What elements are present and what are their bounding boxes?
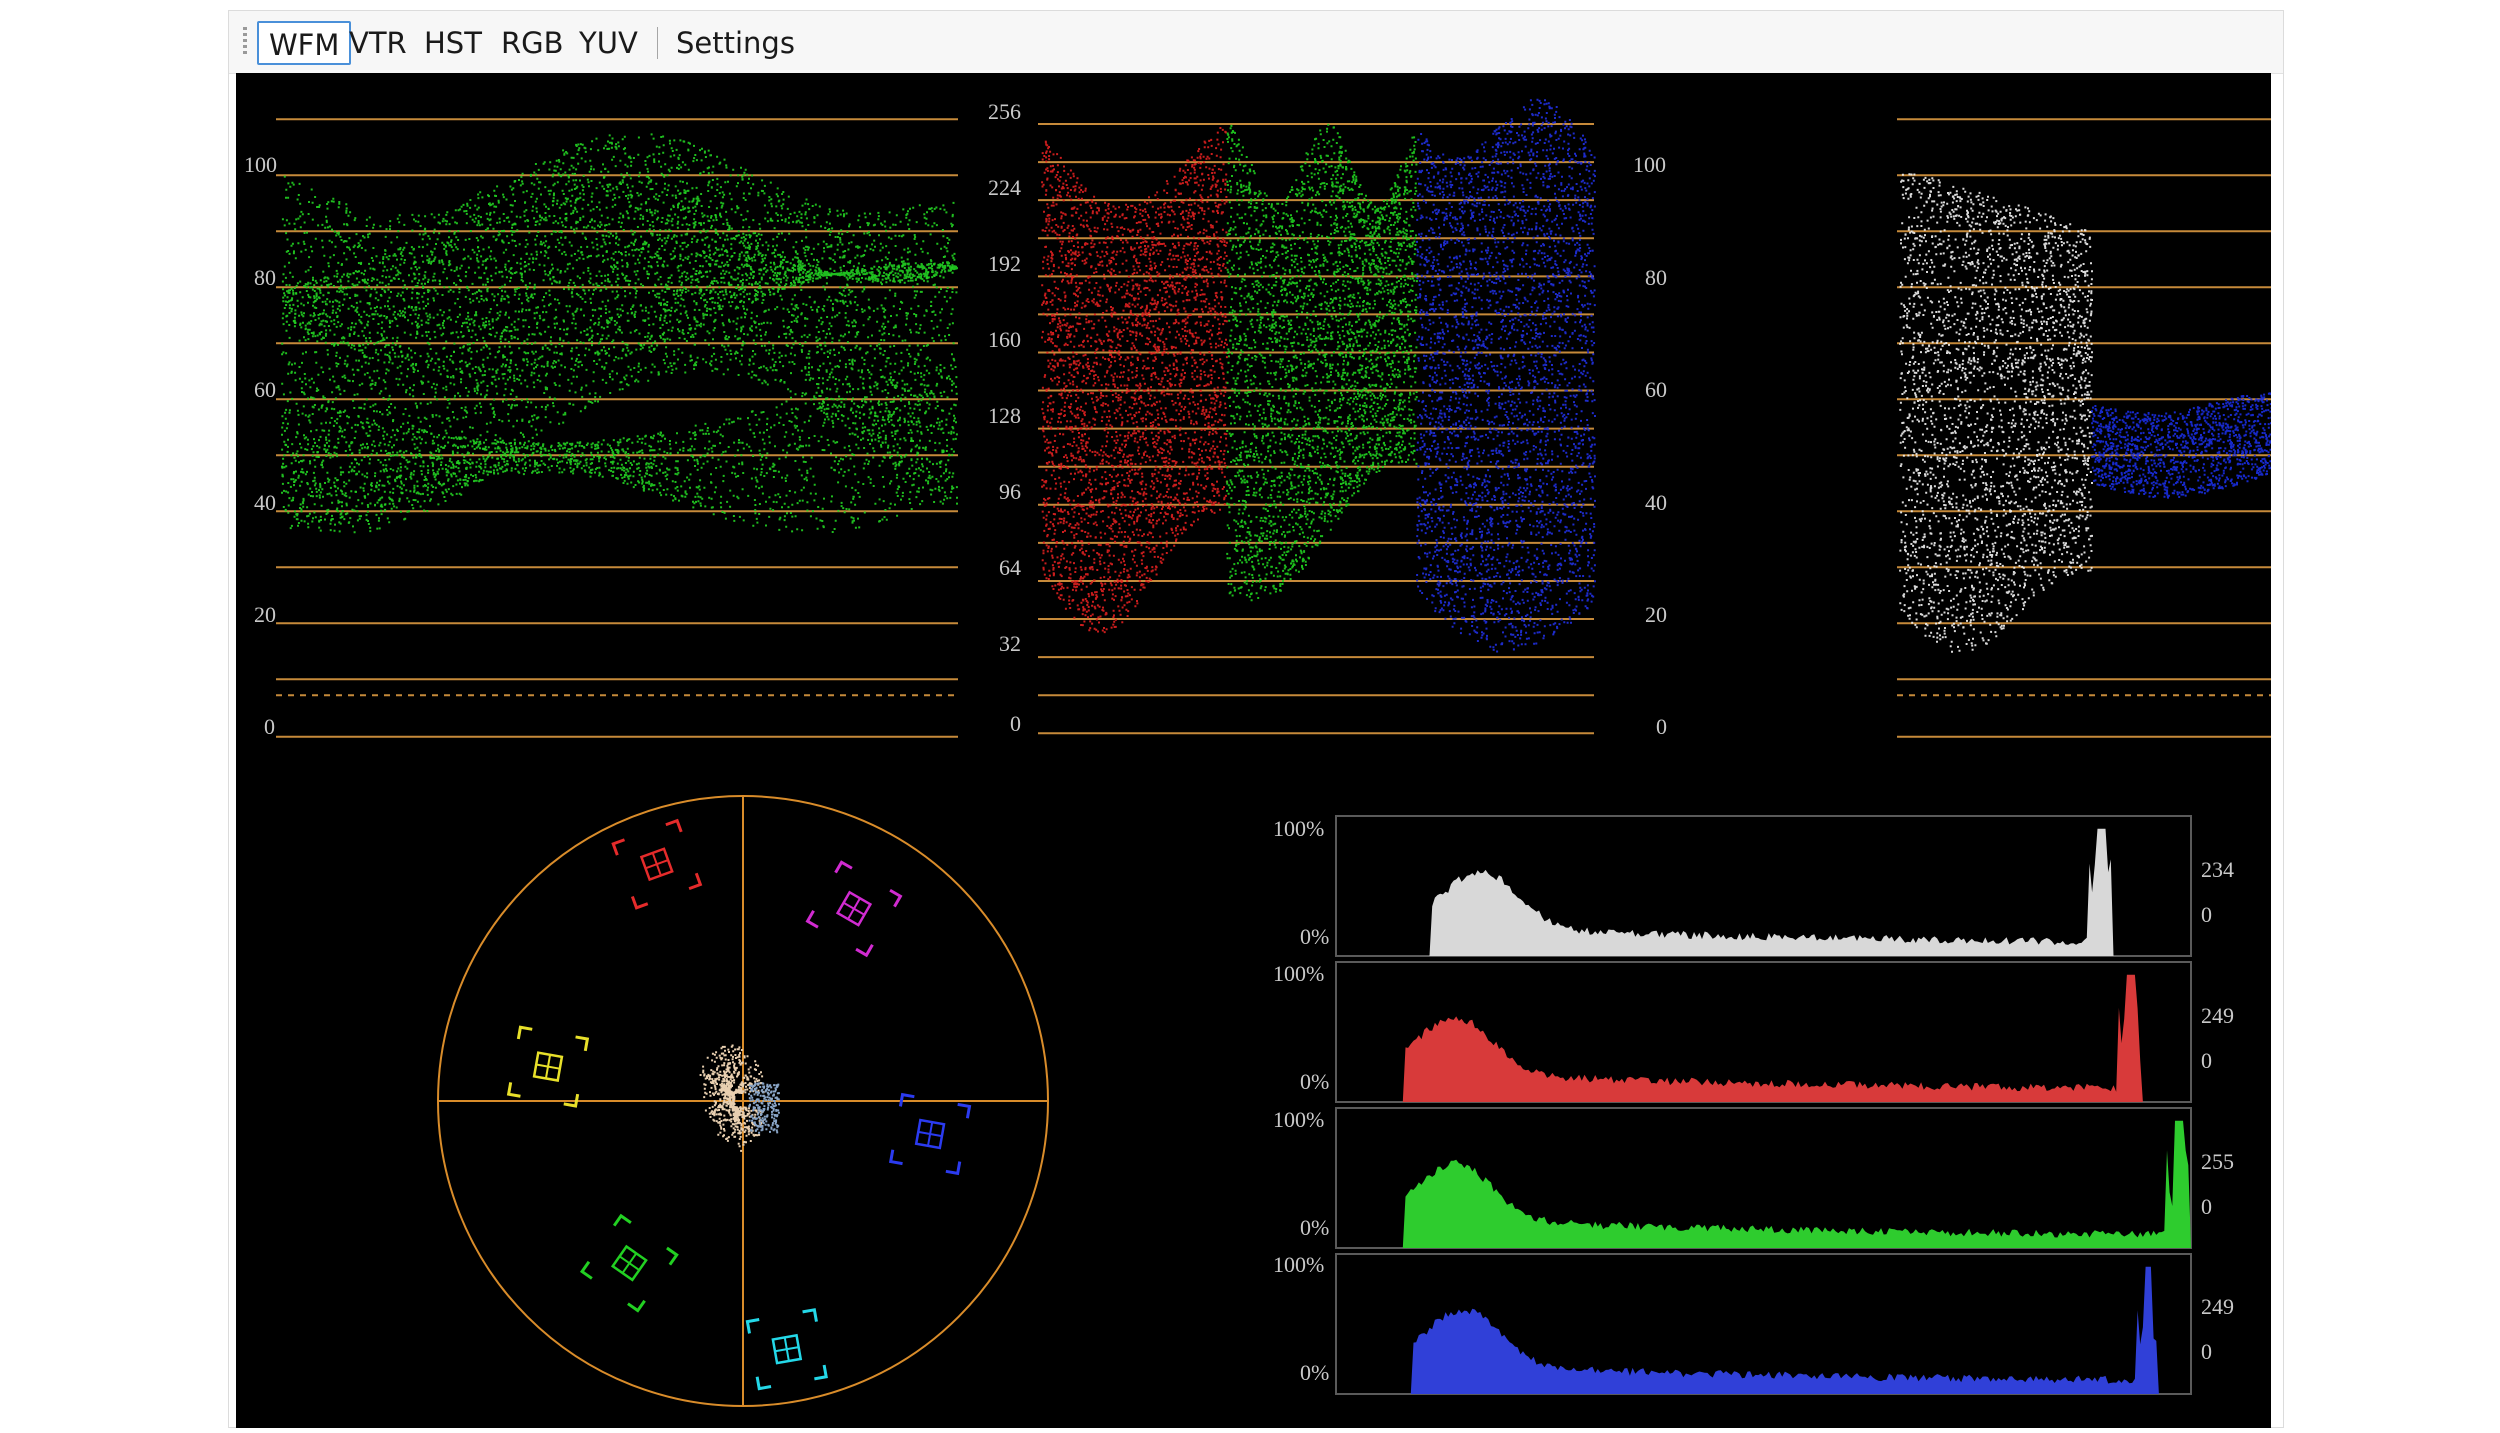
tab-wfm[interactable]: WFM bbox=[257, 21, 352, 65]
rgb-scale-128: 128 bbox=[988, 403, 1021, 428]
waveform-trace-dots bbox=[1041, 127, 1228, 634]
vectorscope-target-magenta bbox=[805, 860, 903, 958]
ycbcr-parade-panel: 100 80 60 40 20 0 bbox=[1633, 118, 2271, 739]
luma-scale-60: 60 bbox=[254, 377, 276, 402]
vectorscope-trace bbox=[699, 1044, 780, 1152]
rgb-scale-96: 96 bbox=[999, 479, 1021, 504]
luma-scale-80: 80 bbox=[254, 265, 276, 290]
tab-yuv[interactable]: YUV bbox=[569, 21, 648, 65]
histogram-green: 100% 0% 255 0 bbox=[1273, 1107, 2234, 1249]
vectorscope-targets bbox=[506, 818, 972, 1391]
histogram-green-bars bbox=[1336, 1120, 2191, 1248]
histogram-blue-peak-value: 249 bbox=[2201, 1294, 2234, 1319]
vectorscope-target-cyan bbox=[745, 1308, 828, 1391]
tab-hst[interactable]: HST bbox=[414, 21, 492, 65]
vectorscope-target-red bbox=[611, 818, 703, 910]
toolbar: WFM VTR HST RGB YUV Settings bbox=[229, 11, 2283, 74]
vectorscope-trace-dots bbox=[699, 1044, 765, 1152]
rgb-parade-panel: 256 224 192 160 128 96 64 32 0 bbox=[988, 98, 1596, 736]
luma-waveform-trace bbox=[281, 133, 958, 534]
waveform-trace-dots bbox=[1226, 123, 1418, 602]
histogram-red-bars bbox=[1336, 974, 2191, 1102]
luma-waveform-panel: 100 80 60 40 20 0 bbox=[244, 118, 958, 739]
histogram-red: 100% 0% 249 0 bbox=[1273, 961, 2234, 1103]
ycbcr-scale-60: 60 bbox=[1645, 377, 1667, 402]
scopes-area: 100 80 60 40 20 0 256 224 192 160 128 96… bbox=[236, 73, 2271, 1428]
ycbcr-scale-40: 40 bbox=[1645, 490, 1667, 515]
ycbcr-scale-0: 0 bbox=[1656, 714, 1667, 739]
ycbcr-scale-80: 80 bbox=[1645, 265, 1667, 290]
luma-scale-0: 0 bbox=[264, 714, 275, 739]
histogram-luma-bottom-label: 0% bbox=[1300, 924, 1329, 949]
histogram-luma-bars bbox=[1336, 828, 2191, 956]
rgb-scale-64: 64 bbox=[999, 555, 1021, 580]
tab-vtr[interactable]: VTR bbox=[339, 21, 417, 65]
luma-scale-20: 20 bbox=[254, 602, 276, 627]
vectorscope-target-green bbox=[579, 1213, 679, 1313]
waveform-trace-dots bbox=[1899, 173, 2093, 653]
vectorscope-panel bbox=[437, 795, 1049, 1407]
rgb-parade-trace bbox=[1041, 98, 1596, 653]
waveform-trace-dots bbox=[1416, 98, 1596, 653]
histogram-blue-bars bbox=[1336, 1266, 2191, 1394]
histogram-red-min-value: 0 bbox=[2201, 1048, 2212, 1073]
scope-window: WFM VTR HST RGB YUV Settings 100 80 60 4… bbox=[228, 10, 2284, 1428]
ycbcr-scale-100: 100 bbox=[1633, 152, 1666, 177]
tab-rgb[interactable]: RGB bbox=[491, 21, 574, 65]
histogram-luma-peak-value: 234 bbox=[2201, 857, 2234, 882]
histogram-green-min-value: 0 bbox=[2201, 1194, 2212, 1219]
vectorscope-target-blue bbox=[888, 1092, 972, 1176]
histogram-green-top-label: 100% bbox=[1273, 1107, 1324, 1132]
luma-scale-40: 40 bbox=[254, 490, 276, 515]
rgb-scale-0: 0 bbox=[1010, 711, 1021, 736]
settings-button[interactable]: Settings bbox=[666, 21, 805, 65]
toolbar-separator bbox=[657, 27, 658, 59]
ycbcr-scale-20: 20 bbox=[1645, 602, 1667, 627]
rgb-scale-32: 32 bbox=[999, 631, 1021, 656]
waveform-trace-dots bbox=[2091, 392, 2271, 499]
histograms-panel: 100% 0% 234 0 100% 0% 249 0 100% 0% 255 … bbox=[1273, 815, 2234, 1395]
rgb-scale-160: 160 bbox=[988, 327, 1021, 352]
ycbcr-parade-trace bbox=[1899, 173, 2271, 653]
vectorscope-target-yellow bbox=[506, 1025, 590, 1108]
histogram-green-peak-value: 255 bbox=[2201, 1149, 2234, 1174]
histogram-luma-min-value: 0 bbox=[2201, 902, 2212, 927]
waveform-trace-dots bbox=[281, 133, 958, 534]
histogram-green-bottom-label: 0% bbox=[1300, 1215, 1329, 1240]
scopes-canvas: 100 80 60 40 20 0 256 224 192 160 128 96… bbox=[244, 98, 2271, 1407]
rgb-scale-256: 256 bbox=[988, 99, 1021, 124]
histogram-blue-min-value: 0 bbox=[2201, 1339, 2212, 1364]
rgb-scale-224: 224 bbox=[988, 175, 1021, 200]
histogram-red-top-label: 100% bbox=[1273, 961, 1324, 986]
histogram-blue-bottom-label: 0% bbox=[1300, 1360, 1329, 1385]
histogram-luma-top-label: 100% bbox=[1273, 816, 1324, 841]
histogram-luma: 100% 0% 234 0 bbox=[1273, 815, 2234, 957]
histogram-blue-top-label: 100% bbox=[1273, 1252, 1324, 1277]
histogram-red-peak-value: 249 bbox=[2201, 1003, 2234, 1028]
toolbar-grip-handle[interactable] bbox=[243, 27, 247, 57]
histogram-red-bottom-label: 0% bbox=[1300, 1069, 1329, 1094]
rgb-scale-192: 192 bbox=[988, 251, 1021, 276]
histogram-blue: 100% 0% 249 0 bbox=[1273, 1252, 2234, 1395]
luma-scale-100: 100 bbox=[244, 152, 277, 177]
